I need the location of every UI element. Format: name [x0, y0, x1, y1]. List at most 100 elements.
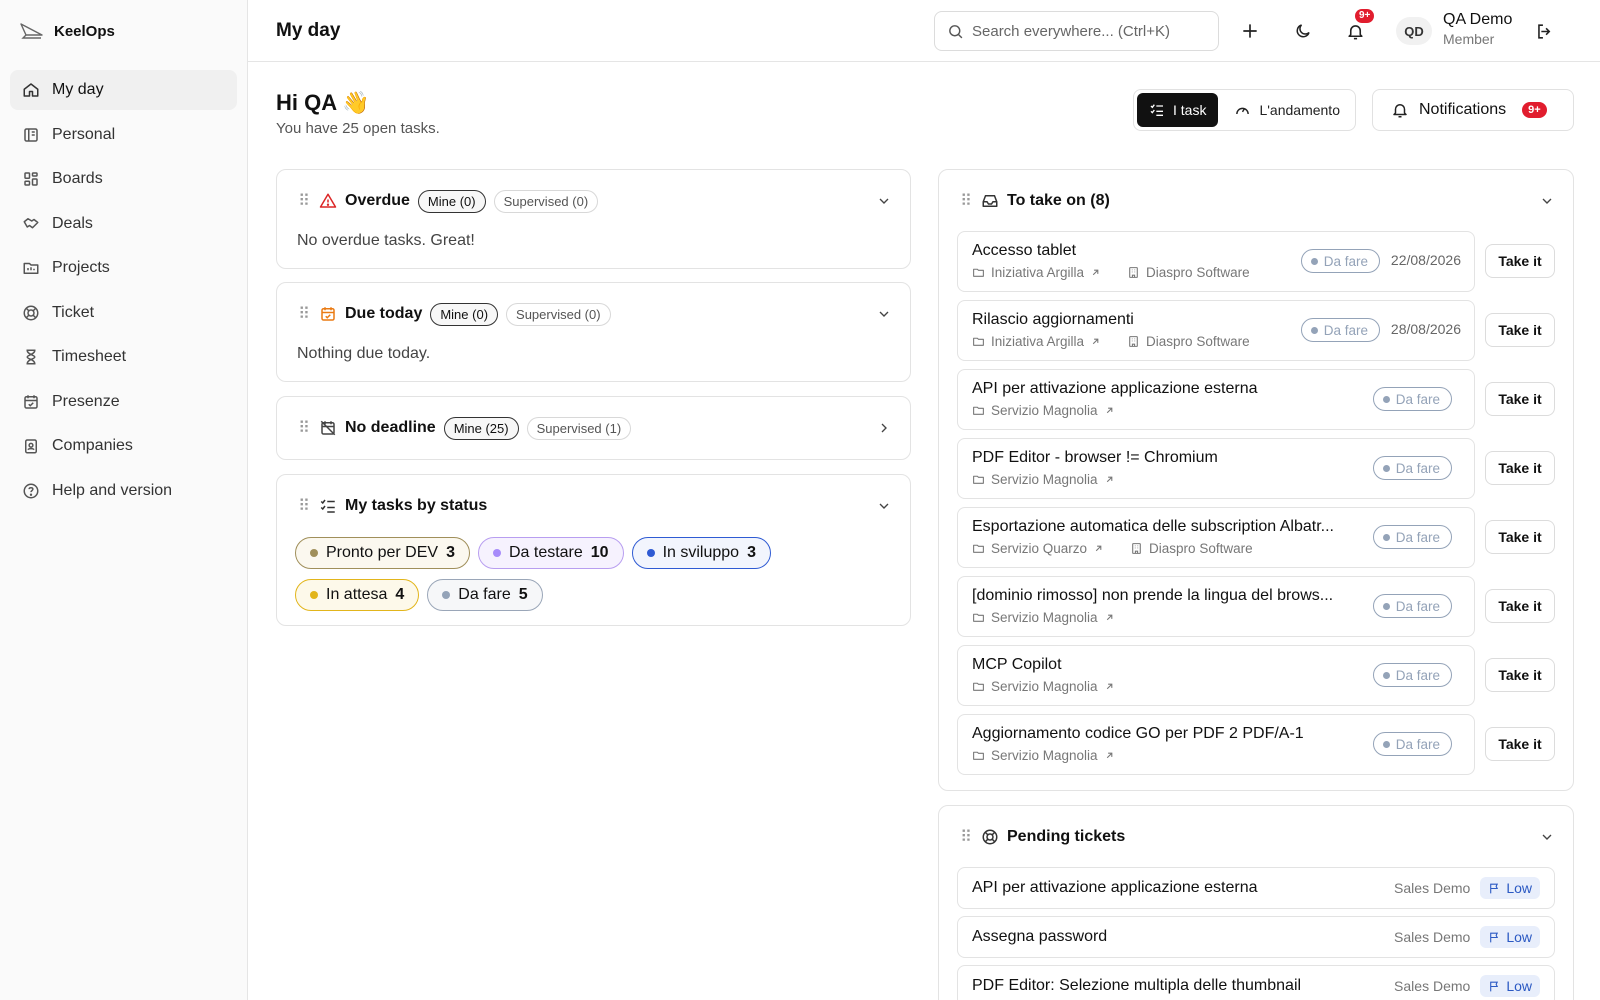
ticket-title[interactable]: PDF Editor: Selezione multipla delle thu…	[972, 977, 1301, 995]
task-row[interactable]: Aggiornamento codice GO per PDF 2 PDF/A-…	[957, 714, 1475, 775]
filter-mine[interactable]: Mine (0)	[430, 302, 499, 326]
ticket-title[interactable]: API per attivazione applicazione esterna	[972, 879, 1258, 897]
filter-mine[interactable]: Mine (25)	[443, 416, 519, 440]
search-input[interactable]: Search everywhere... (Ctrl+K)	[934, 11, 1219, 51]
chevron-right-icon[interactable]	[876, 420, 892, 436]
task-title[interactable]: [dominio rimosso] non prende la lingua d…	[972, 587, 1357, 605]
take-it-button[interactable]: Take it	[1485, 451, 1555, 485]
chevron-down-icon[interactable]	[1539, 829, 1555, 845]
logout-button[interactable]	[1532, 19, 1556, 43]
task-title[interactable]: MCP Copilot	[972, 656, 1357, 674]
hourglass-icon	[26, 349, 36, 365]
task-title[interactable]: API per attivazione applicazione esterna	[972, 380, 1357, 398]
ticket-row[interactable]: Assegna password Sales Demo Low	[957, 916, 1555, 958]
external-link-icon[interactable]	[1104, 474, 1115, 485]
sidebar-item-my-day[interactable]: My day	[10, 70, 237, 110]
list-checks-icon	[320, 499, 335, 513]
ticket-row[interactable]: API per attivazione applicazione esterna…	[957, 867, 1555, 909]
status-badge-label: Da fare	[1395, 598, 1440, 614]
notifications-button[interactable]: Notifications 9+	[1372, 89, 1574, 131]
theme-toggle-button[interactable]	[1291, 19, 1315, 43]
ticket-title[interactable]: Assegna password	[972, 928, 1107, 946]
task-project[interactable]: Iniziativa Argilla	[991, 265, 1084, 280]
drag-handle-icon[interactable]: ⠿	[959, 191, 973, 211]
chevron-down-icon[interactable]	[1539, 193, 1555, 209]
status-badge-label: Da fare	[1395, 460, 1440, 476]
external-link-icon[interactable]	[1093, 543, 1104, 554]
task-title[interactable]: Accesso tablet	[972, 242, 1357, 260]
take-it-button[interactable]: Take it	[1485, 244, 1555, 278]
status-chip[interactable]: Da testare 10	[477, 537, 624, 569]
take-it-button[interactable]: Take it	[1485, 520, 1555, 554]
filter-supervised[interactable]: Supervised (0)	[506, 302, 611, 326]
user-name: QA Demo	[1443, 11, 1513, 28]
tab-progress[interactable]: L'andamento	[1222, 93, 1352, 127]
task-row[interactable]: PDF Editor - browser != Chromium Servizio…	[957, 438, 1475, 499]
drag-handle-icon[interactable]: ⠿	[297, 304, 311, 324]
ticket-company: Sales Demo	[1394, 978, 1471, 994]
task-project[interactable]: Servizio Magnolia	[991, 748, 1098, 763]
sidebar-item-projects[interactable]: Projects	[10, 248, 237, 288]
chevron-down-icon[interactable]	[876, 306, 892, 322]
take-it-button[interactable]: Take it	[1485, 382, 1555, 416]
drag-handle-icon[interactable]: ⠿	[297, 418, 311, 438]
external-link-icon[interactable]	[1104, 612, 1115, 623]
sidebar-item-boards[interactable]: Boards	[10, 159, 237, 199]
task-row[interactable]: MCP Copilot Servizio Magnolia Da fare	[957, 645, 1475, 706]
external-link-icon[interactable]	[1104, 405, 1115, 416]
chevron-down-icon[interactable]	[876, 193, 892, 209]
tab-tasks[interactable]: I task	[1137, 93, 1219, 127]
filter-mine[interactable]: Mine (0)	[417, 189, 486, 213]
task-title[interactable]: Aggiornamento codice GO per PDF 2 PDF/A-…	[972, 725, 1357, 743]
task-title[interactable]: PDF Editor - browser != Chromium	[972, 449, 1357, 467]
status-dot	[310, 549, 318, 557]
sidebar-item-label: Projects	[52, 259, 110, 276]
task-row[interactable]: API per attivazione applicazione esterna…	[957, 369, 1475, 430]
drag-handle-icon[interactable]: ⠿	[959, 827, 973, 847]
status-chip[interactable]: In sviluppo 3	[631, 537, 771, 569]
drag-handle-icon[interactable]: ⠿	[297, 496, 311, 516]
take-it-button[interactable]: Take it	[1485, 658, 1555, 692]
avatar[interactable]: QD	[1396, 17, 1432, 45]
task-title[interactable]: Rilascio aggiornamenti	[972, 311, 1357, 329]
status-chip[interactable]: Pronto per DEV 3	[295, 537, 470, 569]
task-project[interactable]: Servizio Magnolia	[991, 403, 1098, 418]
task-project[interactable]: Servizio Magnolia	[991, 610, 1098, 625]
task-project[interactable]: Iniziativa Argilla	[991, 334, 1084, 349]
sidebar-item-ticket[interactable]: Ticket	[10, 293, 237, 333]
external-link-icon[interactable]	[1090, 267, 1101, 278]
task-project[interactable]: Servizio Magnolia	[991, 679, 1098, 694]
take-it-button[interactable]: Take it	[1485, 313, 1555, 347]
task-project[interactable]: Servizio Magnolia	[991, 472, 1098, 487]
status-chip[interactable]: In attesa 4	[295, 579, 420, 611]
task-row[interactable]: Accesso tablet Iniziativa Argilla Diaspro …	[957, 231, 1475, 292]
add-button[interactable]	[1238, 19, 1262, 43]
sidebar-item-help[interactable]: Help and version	[10, 471, 237, 511]
task-row[interactable]: Rilascio aggiornamenti Iniziativa Argilla…	[957, 300, 1475, 361]
status-chip[interactable]: Da fare 5	[427, 579, 543, 611]
task-row[interactable]: [dominio rimosso] non prende la lingua d…	[957, 576, 1475, 637]
sidebar-item-personal[interactable]: Personal	[10, 115, 237, 155]
task-title[interactable]: Esportazione automatica delle subscripti…	[972, 518, 1357, 536]
chevron-down-icon[interactable]	[876, 498, 892, 514]
filter-supervised[interactable]: Supervised (0)	[493, 189, 599, 213]
sidebar-item-timesheet[interactable]: Timesheet	[10, 337, 237, 377]
sidebar-item-companies[interactable]: Companies	[10, 426, 237, 466]
external-link-icon[interactable]	[1104, 681, 1115, 692]
priority-label: Low	[1506, 929, 1532, 945]
user-info[interactable]: QA Demo Member	[1443, 11, 1512, 47]
drag-handle-icon[interactable]: ⠿	[297, 191, 311, 211]
external-link-icon[interactable]	[1104, 750, 1115, 761]
filter-supervised[interactable]: Supervised (1)	[526, 416, 632, 440]
ticket-company: Sales Demo	[1394, 880, 1471, 896]
task-row[interactable]: Esportazione automatica delle subscripti…	[957, 507, 1475, 568]
take-it-button[interactable]: Take it	[1485, 727, 1555, 761]
brand[interactable]: KeelOps	[0, 0, 247, 62]
task-project[interactable]: Servizio Quarzo	[991, 541, 1087, 556]
take-it-button[interactable]: Take it	[1485, 589, 1555, 623]
sidebar-item-presenze[interactable]: Presenze	[10, 382, 237, 422]
ticket-row[interactable]: PDF Editor: Selezione multipla delle thu…	[957, 965, 1555, 1000]
external-link-icon[interactable]	[1090, 336, 1101, 347]
notifications-bell-button[interactable]: 9+	[1343, 9, 1375, 43]
sidebar-item-deals[interactable]: Deals	[10, 204, 237, 244]
